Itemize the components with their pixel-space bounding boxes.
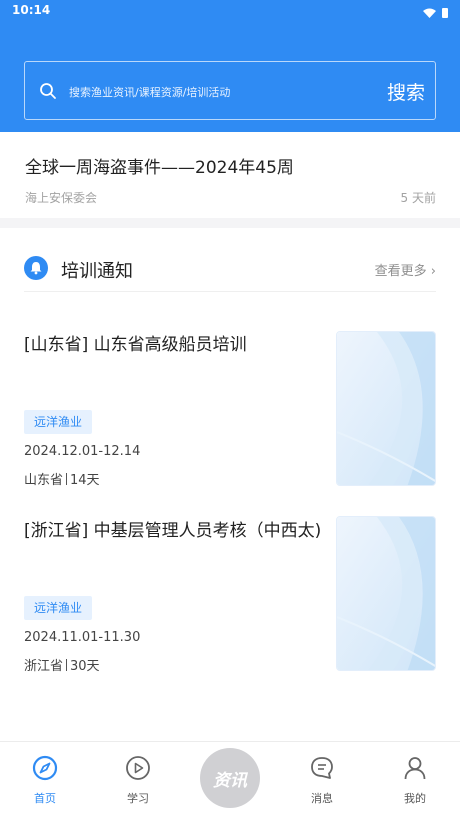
tab-label: 学习	[127, 792, 149, 805]
card-title: [山东省] 山东省高级船员培训	[24, 335, 247, 355]
message-icon	[292, 754, 352, 782]
center-news-button[interactable]: 资讯	[200, 748, 260, 808]
search-icon	[39, 82, 57, 104]
card-days: 30天	[70, 659, 100, 674]
training-card[interactable]: [山东省] 山东省高级船员培训 远洋渔业 2024.12.01-12.14 山东…	[0, 292, 460, 492]
bell-icon	[24, 256, 48, 280]
tab-messages[interactable]: 消息	[292, 754, 352, 806]
battery-icon	[442, 3, 448, 22]
card-date: 2024.11.01-11.30	[24, 630, 141, 645]
view-more-link[interactable]: 查看更多 ›	[375, 260, 436, 279]
category-tag: 远洋渔业	[24, 596, 93, 620]
news-time: 5 天前	[400, 191, 436, 205]
section-title: 培训通知	[61, 261, 133, 282]
training-notice-header: 培训通知 查看更多 ›	[0, 228, 460, 292]
category-tag: 远洋渔业	[24, 410, 93, 434]
meta-separator	[66, 473, 68, 485]
card-meta: 山东省 14天	[24, 469, 100, 488]
card-region: 山东省	[24, 473, 64, 488]
meta-separator	[66, 659, 68, 671]
play-icon	[108, 754, 168, 782]
tab-label: 我的	[404, 792, 426, 805]
wifi-icon	[423, 3, 436, 22]
tab-home[interactable]: 首页	[15, 754, 75, 806]
card-thumbnail	[336, 331, 436, 486]
status-icons	[423, 3, 448, 22]
compass-icon	[15, 754, 75, 782]
search-bar[interactable]: 搜索渔业资讯/课程资源/培训活动 搜索	[24, 61, 436, 120]
section-gap	[0, 218, 460, 228]
search-button[interactable]: 搜索	[387, 78, 425, 105]
tab-mine[interactable]: 我的	[385, 754, 445, 806]
tab-study[interactable]: 学习	[108, 754, 168, 806]
card-date: 2024.12.01-12.14	[24, 444, 141, 459]
status-time: 10:14	[12, 3, 51, 17]
news-title: 全球一周海盗事件——2024年45周	[25, 158, 294, 178]
news-item[interactable]: 全球一周海盗事件——2024年45周 海上安保委会 5 天前	[0, 132, 460, 218]
card-days: 14天	[70, 473, 100, 488]
card-thumbnail	[336, 516, 436, 671]
header: 10:14 搜索渔业资讯/课程资源/培训活动 搜索	[0, 0, 460, 132]
card-region: 浙江省	[24, 659, 64, 674]
training-card[interactable]: [浙江省] 中基层管理人员考核（中西太) 远洋渔业 2024.11.01-11.…	[0, 500, 460, 700]
card-title: [浙江省] 中基层管理人员考核（中西太)	[24, 521, 322, 541]
search-input[interactable]: 搜索渔业资讯/课程资源/培训活动	[69, 84, 230, 100]
tab-label: 消息	[311, 792, 333, 805]
user-icon	[385, 754, 445, 782]
news-source: 海上安保委会	[25, 191, 98, 205]
card-meta: 浙江省 30天	[24, 655, 100, 674]
tab-label: 首页	[34, 792, 56, 805]
